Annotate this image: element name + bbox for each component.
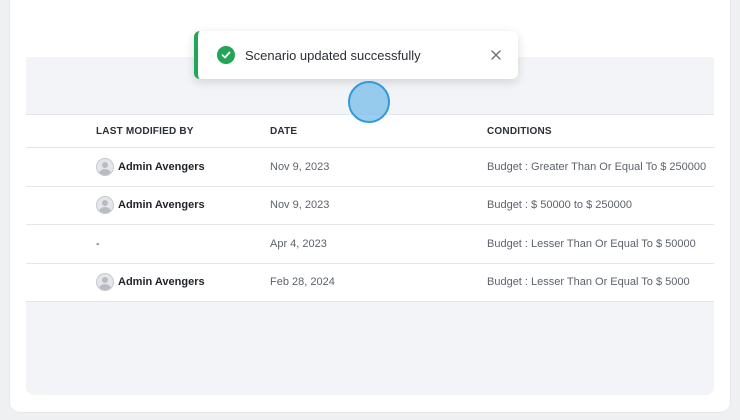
table-row[interactable]: Admin Avengers Feb 28, 2024 Budget : Les… xyxy=(26,264,714,302)
date-cell: Apr 4, 2023 xyxy=(270,237,327,250)
avatar xyxy=(96,196,114,214)
date-cell: Nov 9, 2023 xyxy=(270,199,330,211)
conditions-cell: Budget : Greater Than Or Equal To $ 2500… xyxy=(487,160,707,173)
click-indicator xyxy=(348,81,390,123)
modified-by-cell: Admin Avengers xyxy=(96,264,205,301)
date-cell: Nov 9, 2023 xyxy=(270,160,330,173)
column-header-date[interactable]: DATE xyxy=(270,126,297,137)
column-header-last-modified-by[interactable]: LAST MODIFIED BY xyxy=(96,126,194,137)
conditions-cell: Budget : $ 50000 to $ 250000 xyxy=(487,199,632,211)
user-name: Admin Avengers xyxy=(118,276,205,288)
user-name: Admin Avengers xyxy=(118,160,205,173)
conditions-cell: Budget : Lesser Than Or Equal To $ 50000 xyxy=(487,237,696,250)
success-toast: Scenario updated successfully xyxy=(194,31,518,79)
table-row[interactable]: Admin Avengers Nov 9, 2023 Budget : Grea… xyxy=(26,148,714,187)
toast-message: Scenario updated successfully xyxy=(245,47,421,63)
column-header-conditions[interactable]: CONDITIONS xyxy=(487,126,552,137)
table-row[interactable]: - Apr 4, 2023 Budget : Lesser Than Or Eq… xyxy=(26,225,714,264)
modified-by-cell: Admin Avengers xyxy=(96,187,205,224)
table-row[interactable]: Admin Avengers Nov 9, 2023 Budget : $ 50… xyxy=(26,187,714,225)
modified-by-cell: Admin Avengers xyxy=(96,148,205,185)
avatar xyxy=(96,273,114,291)
avatar xyxy=(96,157,114,176)
user-name: - xyxy=(96,237,100,250)
close-icon[interactable] xyxy=(482,41,510,69)
conditions-cell: Budget : Lesser Than Or Equal To $ 5000 xyxy=(487,276,690,288)
date-cell: Feb 28, 2024 xyxy=(270,276,335,288)
user-name: Admin Avengers xyxy=(118,199,205,211)
check-circle-icon xyxy=(217,46,235,64)
scenarios-table: LAST MODIFIED BY DATE CONDITIONS Admin A… xyxy=(26,114,714,302)
modified-by-cell: - xyxy=(96,225,100,262)
